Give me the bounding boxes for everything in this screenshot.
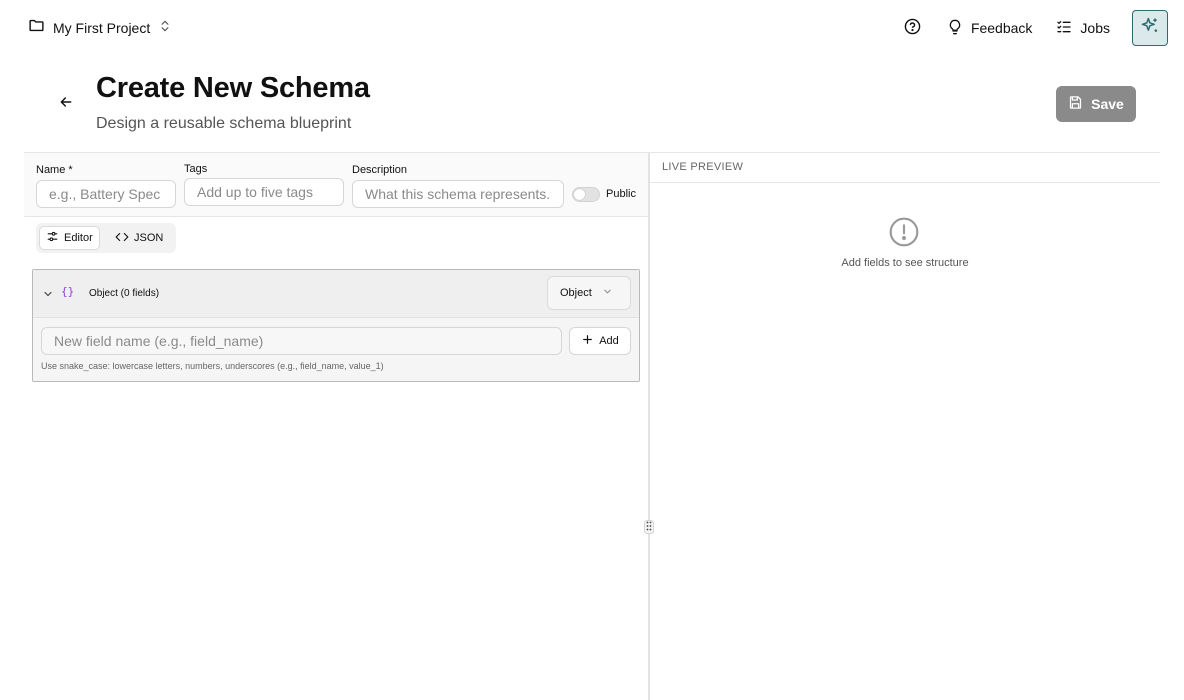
chevron-down-icon [602, 286, 613, 300]
live-preview-pane: LIVE PREVIEW Add fields to see structure [650, 153, 1160, 700]
schema-meta-form: Name * Tags Description Public [24, 153, 649, 217]
name-input[interactable] [36, 180, 176, 208]
alert-circle-icon [888, 216, 920, 248]
folder-icon [28, 17, 45, 39]
tab-json[interactable]: JSON [109, 226, 169, 250]
feedback-button[interactable]: Feedback [935, 10, 1044, 46]
ai-assistant-button[interactable] [1132, 10, 1168, 46]
list-checks-icon [1056, 19, 1072, 38]
tags-label: Tags [184, 163, 208, 175]
live-preview-title: LIVE PREVIEW [662, 161, 744, 173]
save-icon [1068, 95, 1083, 113]
sparkles-icon [1140, 16, 1160, 41]
tab-editor[interactable]: Editor [39, 226, 100, 250]
arrow-left-icon [58, 94, 74, 115]
feedback-label: Feedback [970, 20, 1033, 36]
name-label: Name * [36, 164, 73, 176]
back-button[interactable] [54, 92, 78, 116]
editor-mode-tabs: Editor JSON [36, 223, 176, 253]
project-name: My First Project [53, 20, 151, 36]
tags-input[interactable] [184, 178, 344, 206]
top-actions: Feedback Jobs [895, 10, 1168, 46]
object-title: Object (0 fields) [89, 288, 160, 299]
toggle-knob [574, 189, 585, 200]
schema-root-header: {} Object (0 fields) Object [33, 270, 639, 318]
plus-icon [581, 333, 594, 349]
chevrons-up-down-icon [158, 19, 172, 38]
top-bar: My First Project Feedback Jobs [0, 0, 1184, 56]
save-button[interactable]: Save [1056, 86, 1136, 122]
page-title: Create New Schema [96, 72, 370, 104]
schema-root-object: {} Object (0 fields) Object Add Use snak… [32, 269, 640, 382]
braces-icon: {} [61, 285, 75, 298]
public-toggle[interactable] [572, 187, 600, 202]
new-field-name-input[interactable] [41, 327, 562, 355]
add-field-button[interactable]: Add [569, 327, 631, 355]
project-switcher[interactable]: My First Project [28, 18, 172, 38]
type-select-value: Object [560, 287, 592, 299]
editor-pane: Name * Tags Description Public Editor JS… [24, 153, 649, 700]
schema-workspace: Name * Tags Description Public Editor JS… [24, 152, 1160, 700]
description-input[interactable] [352, 180, 564, 208]
description-label: Description [352, 164, 408, 176]
page-subtitle: Design a reusable schema blueprint [96, 115, 352, 132]
add-label: Add [599, 335, 619, 347]
public-label: Public [606, 188, 636, 200]
code-icon [115, 230, 129, 247]
chevron-down-icon[interactable] [42, 287, 54, 299]
lightbulb-icon [947, 19, 963, 38]
save-label: Save [1091, 96, 1124, 112]
jobs-label: Jobs [1080, 20, 1110, 36]
live-preview-header: LIVE PREVIEW [650, 153, 1160, 183]
field-name-hint: Use snake_case: lowercase letters, numbe… [41, 361, 384, 371]
jobs-button[interactable]: Jobs [1044, 10, 1122, 46]
help-circle-icon [904, 18, 921, 38]
tab-json-label: JSON [134, 232, 164, 244]
live-preview-empty-text: Add fields to see structure [841, 257, 969, 269]
type-select[interactable]: Object [547, 276, 631, 310]
tab-editor-label: Editor [64, 232, 93, 244]
sliders-icon [46, 230, 59, 246]
help-button[interactable] [895, 10, 931, 46]
